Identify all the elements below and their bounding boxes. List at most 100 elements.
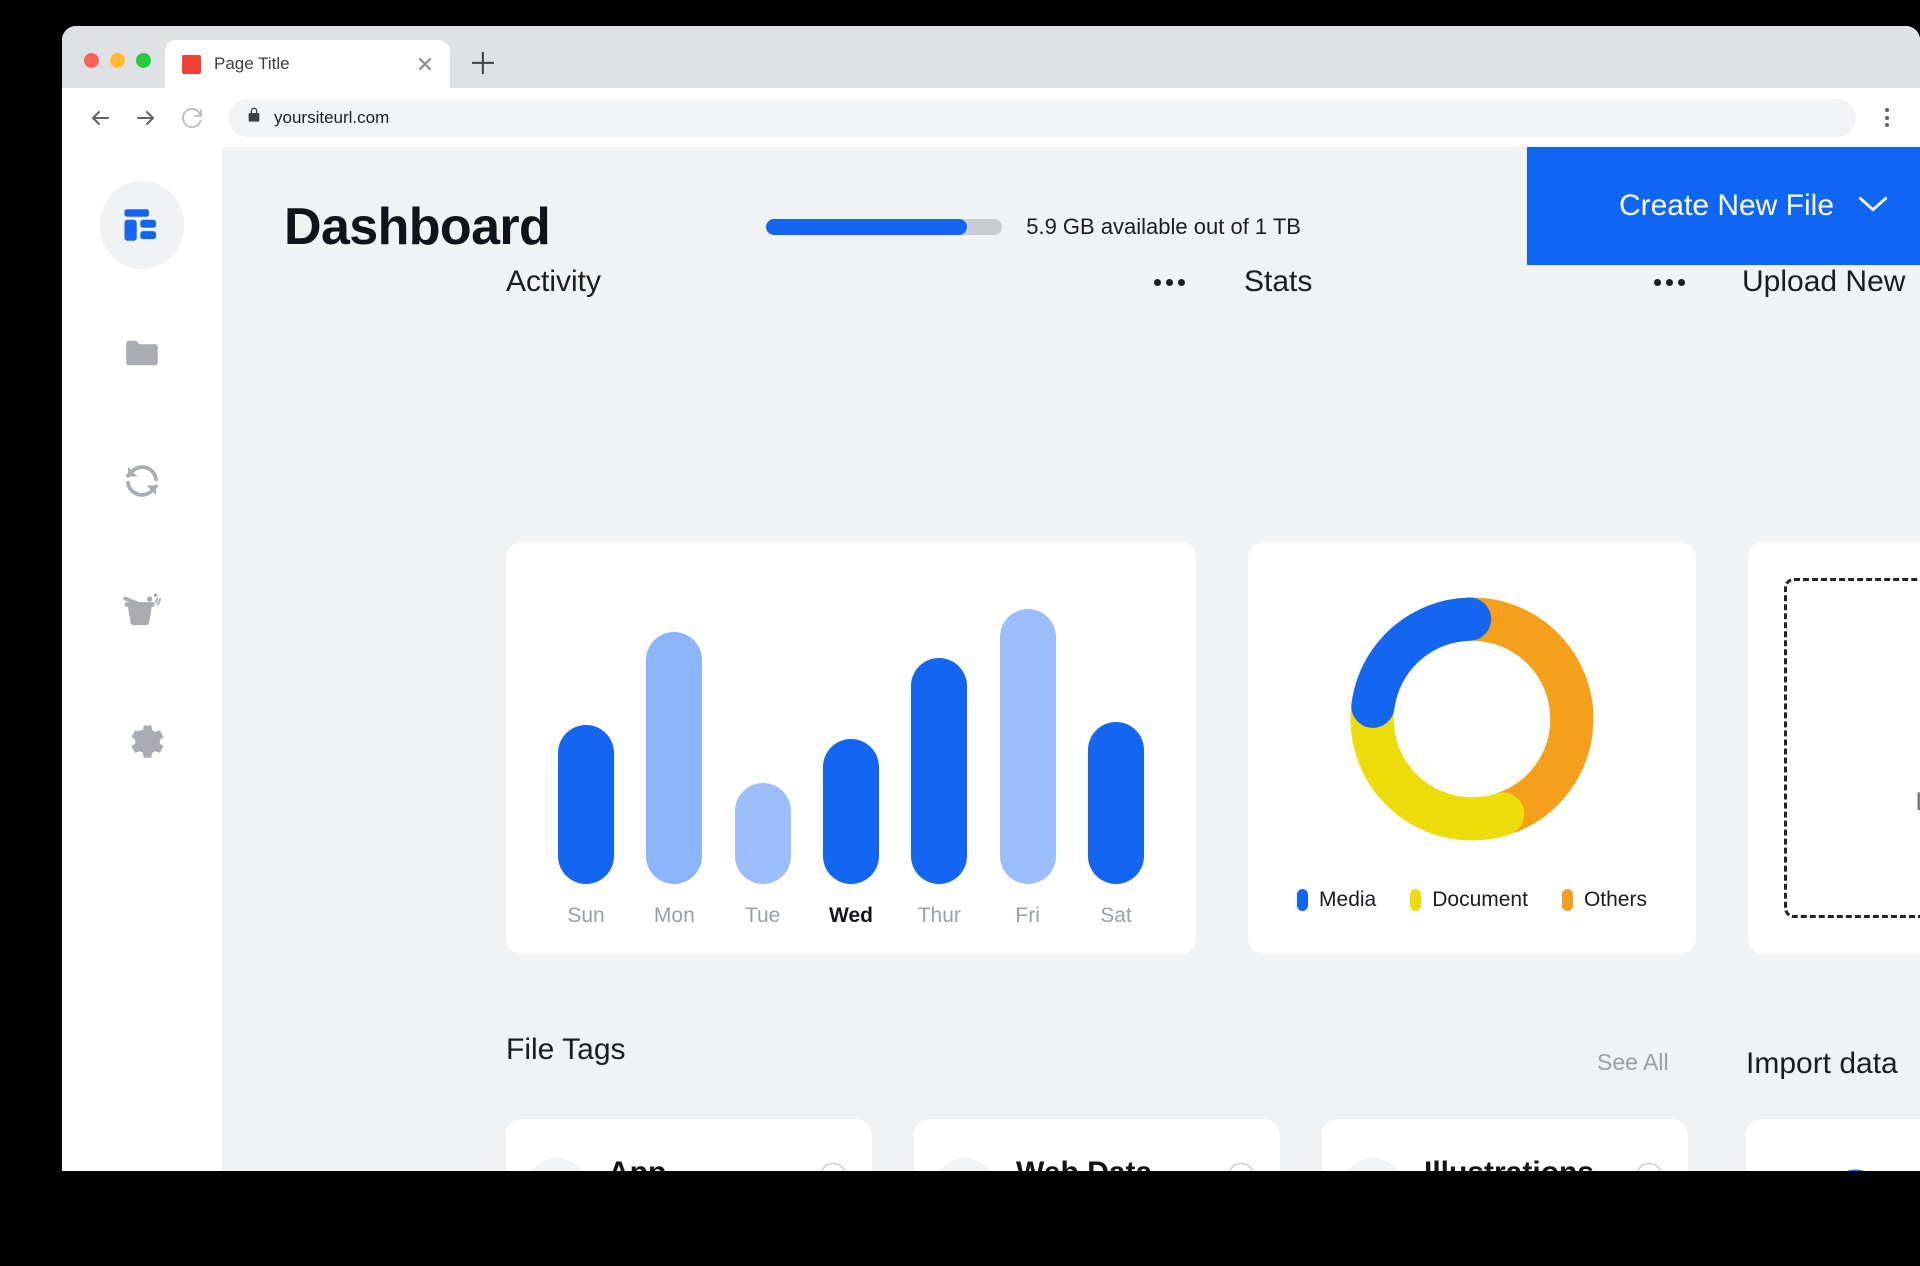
top-section-headings: Activity Stats Upload New Real time sync…: [222, 265, 1920, 345]
bar-label: Fri: [1015, 904, 1040, 927]
page-header: Dashboard 5.9 GB available out of 1 TB C…: [222, 147, 1920, 265]
sidebar-item-settings[interactable]: [100, 693, 184, 781]
legend-item[interactable]: Media: [1297, 888, 1376, 912]
window-traffic-lights: [62, 53, 165, 88]
back-arrow-icon[interactable]: [80, 98, 120, 138]
bar-label: Tue: [744, 904, 781, 927]
stats-heading: Stats: [1244, 265, 1313, 298]
file-tag-name: Illustrations: [1424, 1156, 1594, 1172]
reload-icon[interactable]: [172, 98, 212, 138]
stats-donut-chart: [1248, 584, 1696, 854]
address-bar[interactable]: yoursiteurl.com: [228, 98, 1856, 137]
file-tags-heading: File Tags: [506, 1033, 626, 1066]
magic-wand-hat-icon: [1342, 1158, 1404, 1171]
file-tag-card[interactable]: Illustrations100 files . 20 gb: [1322, 1119, 1688, 1171]
bar[interactable]: [734, 782, 791, 884]
browser-window: Page Title yoursiteurl.com Dashboard 5.9…: [62, 26, 1920, 1171]
file-tag-card[interactable]: App100 files . 20 gb: [506, 1119, 872, 1171]
bar-column[interactable]: Fri: [992, 586, 1064, 954]
browser-tab[interactable]: Page Title: [165, 40, 450, 88]
activity-more-horizontal-icon[interactable]: [1154, 279, 1185, 286]
import-data-heading: Import data: [1746, 1047, 1898, 1080]
browser-toolbar: yoursiteurl.com: [62, 88, 1920, 147]
stacked-folders-icon: [934, 1158, 996, 1171]
chevron-right-icon[interactable]: [1636, 1163, 1662, 1171]
bar[interactable]: [1087, 721, 1144, 884]
chevron-right-icon[interactable]: [1228, 1163, 1254, 1171]
create-new-file-button[interactable]: Create New File: [1527, 147, 1920, 265]
stats-chart-card: Media Document Others: [1248, 542, 1696, 954]
trash-cleanup-icon: [123, 593, 162, 626]
create-new-file-label: Create New File: [1618, 189, 1835, 222]
bar-label: Thur: [917, 904, 961, 927]
bar-label: Sat: [1100, 904, 1132, 927]
gear-icon: [131, 725, 164, 758]
bar[interactable]: [822, 739, 879, 884]
close-icon[interactable]: [414, 53, 436, 75]
activity-heading: Activity: [506, 265, 602, 298]
activity-chart-card: Sun Mon Tue Wed Thur Fri Sat: [506, 542, 1196, 954]
bar-column[interactable]: Mon: [638, 586, 710, 954]
legend-label: Document: [1432, 888, 1528, 911]
url-text: yoursiteurl.com: [274, 107, 390, 127]
legend-item[interactable]: Others: [1561, 888, 1647, 912]
bar-column[interactable]: Thur: [903, 586, 975, 954]
legend-label: Media: [1319, 888, 1377, 911]
storage-progress-fill: [766, 219, 967, 235]
sync-refresh-icon: [126, 465, 158, 497]
bar[interactable]: [558, 724, 614, 884]
legend-swatch: [1297, 889, 1309, 911]
bar-column[interactable]: Tue: [727, 586, 799, 954]
storage-indicator: 5.9 GB available out of 1 TB: [766, 214, 1301, 240]
apps-grid-icon: [526, 1158, 588, 1171]
chevron-down-icon: [1856, 189, 1890, 223]
forward-arrow-icon[interactable]: [126, 98, 166, 138]
file-tags-row: App100 files . 20 gb Web Data100 files . …: [506, 1119, 1688, 1171]
plus-icon[interactable]: [461, 41, 505, 85]
close-window-button[interactable]: [84, 53, 99, 68]
sidebar-item-dashboard[interactable]: [100, 181, 184, 269]
main-content: Dashboard 5.9 GB available out of 1 TB C…: [222, 147, 1920, 1171]
see-all-link[interactable]: See All: [1597, 1049, 1669, 1076]
legend-item[interactable]: Document: [1410, 888, 1528, 912]
file-tag-text: App100 files . 20 gb: [608, 1156, 770, 1172]
stats-more-horizontal-icon[interactable]: [1654, 279, 1685, 286]
bar-column[interactable]: Sat: [1080, 586, 1152, 954]
bar-label: Sun: [567, 904, 605, 927]
donut-svg: [1350, 597, 1594, 841]
sidebar-item-cleanup[interactable]: [100, 565, 184, 653]
bar-label: Mon: [653, 904, 695, 927]
bar-column[interactable]: Wed: [815, 586, 887, 954]
activity-bar-chart: Sun Mon Tue Wed Thur Fri Sat: [506, 542, 1196, 954]
bar[interactable]: [646, 631, 703, 884]
storage-progress-bar: [766, 219, 1003, 235]
bottom-section-headings: File Tags See All Import data: [222, 1033, 1920, 1103]
sidebar-item-files[interactable]: [100, 309, 184, 397]
maximize-window-button[interactable]: [136, 53, 151, 68]
app-shell: Dashboard 5.9 GB available out of 1 TB C…: [62, 147, 1920, 1171]
sidebar: [62, 147, 222, 1171]
sidebar-item-sync[interactable]: [100, 437, 184, 525]
bar[interactable]: [999, 608, 1056, 884]
google-g-icon: G: [1836, 1163, 1876, 1171]
bar-label: Wed: [829, 904, 873, 927]
bar-column[interactable]: Sun: [550, 586, 622, 954]
storage-text: 5.9 GB available out of 1 TB: [1026, 214, 1301, 239]
page-title: Dashboard: [284, 198, 551, 256]
kebab-menu-icon[interactable]: [1870, 101, 1904, 135]
legend-label: Others: [1583, 888, 1647, 911]
file-tag-name: App: [608, 1156, 770, 1172]
dashboard-grid-icon: [124, 209, 156, 241]
file-dropzone[interactable]: Drop your files here,: [1784, 578, 1920, 918]
lock-icon: [246, 107, 262, 128]
minimize-window-button[interactable]: [110, 53, 125, 68]
upload-heading: Upload New: [1742, 265, 1906, 298]
import-source-google[interactable]: G: [1746, 1119, 1920, 1171]
folder-icon: [126, 340, 158, 366]
bar[interactable]: [911, 657, 968, 884]
file-tag-card[interactable]: Web Data100 files . 20 gb: [914, 1119, 1280, 1171]
dropzone-text: Drop your files here,: [1915, 788, 1920, 817]
dashboard-cards-row: Sun Mon Tue Wed Thur Fri Sat Media Document Othe…: [506, 542, 1920, 954]
file-tag-name: Web Data: [1016, 1156, 1178, 1172]
chevron-right-icon[interactable]: [820, 1163, 846, 1171]
